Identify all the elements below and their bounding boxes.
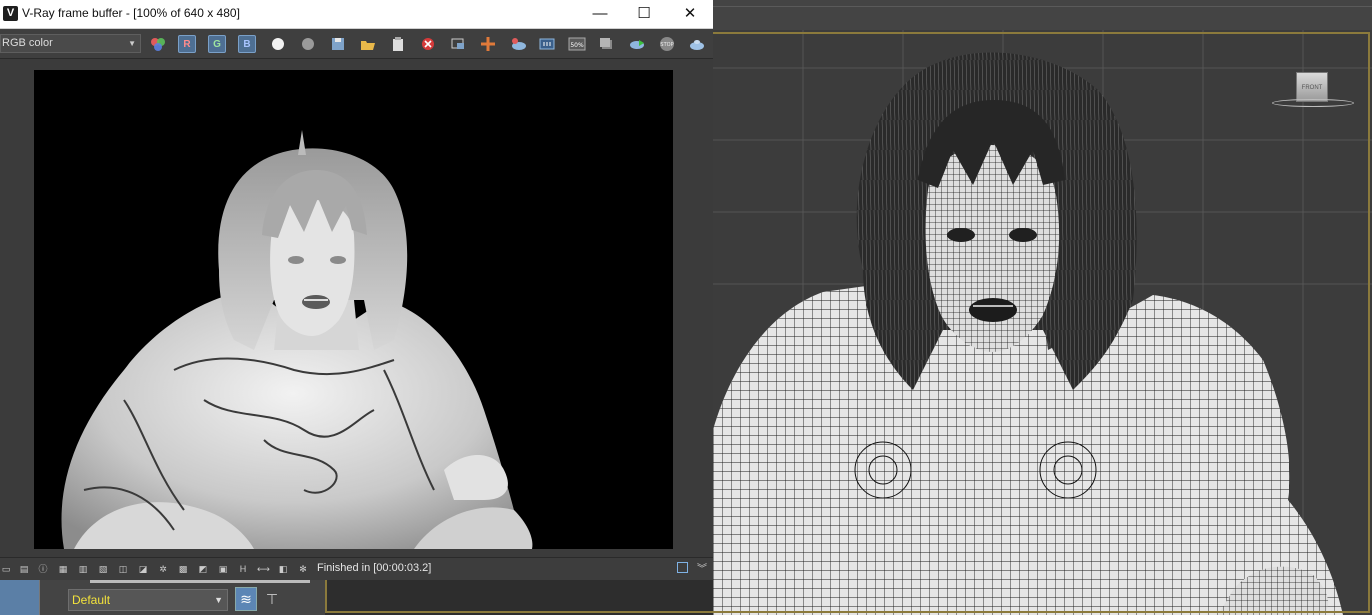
vray-logo-icon: V [3,6,18,21]
hierarchy-button[interactable]: ⊤ [261,587,283,611]
layers-icon[interactable]: ▤ [18,563,30,575]
histogram-icon[interactable]: ◫ [117,563,129,575]
viewport-top-strip [713,0,1372,30]
vfb-toolbar: RGB color ▼ R G B 50% STOP [0,29,713,59]
layer-dropdown[interactable]: Default ▼ [68,589,228,611]
vfb-titlebar[interactable]: V V-Ray frame buffer - [100% of 640 x 48… [0,0,713,29]
stop-icon[interactable]: STOP [658,35,676,53]
render-elements-icon[interactable]: ✻ [297,563,309,575]
green-channel-button[interactable]: G [208,35,226,53]
render-canvas[interactable] [34,70,673,549]
clear-icon[interactable] [419,35,437,53]
minimize-button[interactable]: — [577,0,623,28]
display-correction-icon[interactable]: ▩ [177,563,189,575]
chevron-down-icon: ▼ [214,595,223,605]
close-icon: ✕ [683,5,697,22]
command-panel-tab[interactable] [0,580,40,615]
save-icon[interactable] [329,35,347,53]
red-channel-label: R [183,39,191,50]
chevron-double-down-icon[interactable]: ︾ [697,560,707,575]
levels-icon[interactable]: ▥ [77,563,89,575]
viewport-strip-divider [713,6,1372,7]
zoom-50-icon[interactable]: 50% [568,35,586,53]
region-render-icon[interactable] [509,35,527,53]
chevron-down-icon: ▼ [128,39,136,48]
desktop: FRONT Default ▼ ≋ ⊤ V V-Ray frame buffer… [0,0,1372,615]
stop-label: STOP [660,42,673,48]
curves-icon[interactable]: ▧ [97,563,109,575]
exposure-icon[interactable]: ◪ [137,563,149,575]
compare-icon[interactable]: ⟷ [257,563,270,575]
color-correction-icon[interactable]: ▦ [57,563,69,575]
layer-dropdown-value: Default [72,593,111,607]
layer-explorer-button[interactable]: ≋ [235,587,257,611]
blue-channel-label: B [243,39,251,50]
monochrome-icon[interactable] [299,35,317,53]
link-icon[interactable] [598,35,616,53]
green-channel-label: G [213,39,221,50]
srgb-icon[interactable]: ▣ [217,563,229,575]
zoom-50-label: 50% [570,42,584,49]
color-mode-icon[interactable] [149,35,167,53]
blue-channel-button[interactable]: B [238,35,256,53]
vfb-statusbar: ▭ ▤ ⓘ ▦ ▥ ▧ ◫ ◪ ✲ ▩ ◩ ▣ H ⟷ ◧ ✻ Finished… [0,557,713,580]
history-icon[interactable]: ▭ [0,563,12,575]
render-interactive-icon[interactable] [628,35,646,53]
wireframe-render [713,30,1372,615]
channel-dropdown-value: RGB color [2,37,53,49]
color-clamp-icon[interactable]: ◧ [277,563,289,575]
vray-frame-buffer-window: V V-Ray frame buffer - [100% of 640 x 48… [0,0,713,580]
minimize-icon: — [592,5,608,22]
load-icon[interactable] [359,35,377,53]
duplicate-icon[interactable] [389,35,407,53]
layers-icon: ≋ [240,591,252,607]
channel-dropdown[interactable]: RGB color ▼ [0,34,141,53]
info-icon[interactable]: ⓘ [37,563,49,575]
lens-effects-icon[interactable] [538,35,556,53]
panel-toggle-icon[interactable] [677,562,688,573]
render-status-text: Finished in [00:00:03.2] [317,562,432,574]
close-button[interactable]: ✕ [667,0,713,28]
window-title: V-Ray frame buffer - [100% of 640 x 480] [22,6,240,20]
alpha-channel-icon[interactable] [269,35,287,53]
hierarchy-icon: ⊤ [265,591,279,607]
viewcube-label: FRONT [1301,85,1323,91]
track-mouse-icon[interactable] [449,35,467,53]
viewcube[interactable]: FRONT [1296,72,1328,102]
maximize-button[interactable]: ☐ [621,0,667,28]
render-icon[interactable] [688,35,706,53]
h-icon[interactable]: H [237,563,249,575]
viewcube-compass-ring[interactable] [1272,99,1354,107]
follow-mouse-icon[interactable] [479,35,497,53]
lens-effects-status-icon[interactable]: ✲ [157,563,169,575]
maximize-icon: ☐ [637,5,651,22]
lut-icon[interactable]: ◩ [197,563,209,575]
rendered-image [61,130,533,549]
red-channel-button[interactable]: R [178,35,196,53]
front-viewport[interactable] [713,30,1372,615]
